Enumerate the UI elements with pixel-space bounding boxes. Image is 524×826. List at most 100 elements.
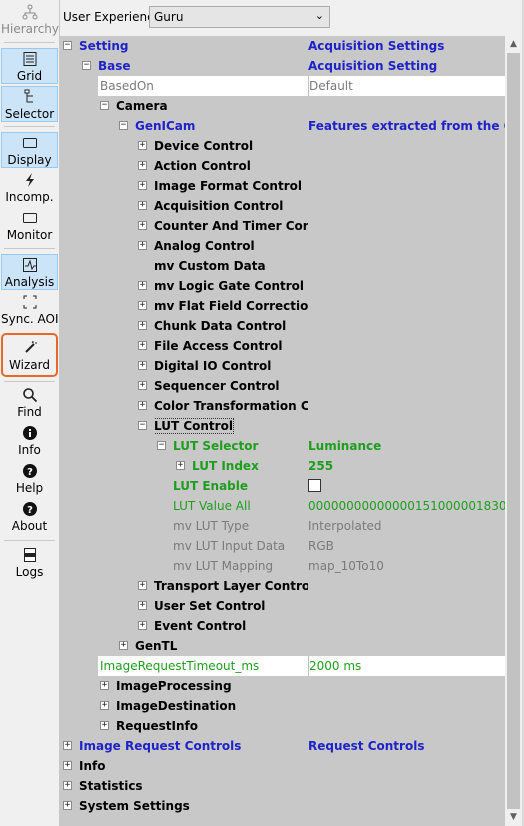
analysis-icon [2,257,57,275]
expand-icon[interactable]: + [63,781,72,790]
hierarchy-button[interactable]: Hierarchy [1,2,59,38]
scroll-down-arrow-icon[interactable]: ▼ [505,809,522,826]
tree-row-user-set-control[interactable]: + User Set Control [60,596,505,616]
tree-row-mv-flat-field-correction-control[interactable]: + mv Flat Field Correction Control [60,296,505,316]
expand-icon[interactable]: + [176,461,185,470]
collapse-icon[interactable]: − [119,121,128,130]
expand-icon[interactable]: + [138,181,147,190]
tree-row-mv-lut-input-data[interactable]: mv LUT Input Data RGB [60,536,505,556]
tree-row-mv-lut-type[interactable]: mv LUT Type Interpolated [60,516,505,536]
tree-row-camera[interactable]: − Camera [60,96,505,116]
tree-row-imagedestination[interactable]: + ImageDestination [60,696,505,716]
tree-row-sequencer-control[interactable]: + Sequencer Control [60,376,505,396]
tree-row-basedon[interactable]: BasedOn Default [60,76,505,96]
tree-row-image-request-controls[interactable]: + Image Request Controls Request Controls [60,736,505,756]
collapse-icon[interactable]: − [63,41,72,50]
expand-icon[interactable]: + [138,281,147,290]
vertical-scrollbar[interactable]: ▲ ▼ [505,36,522,826]
expand-icon[interactable]: + [138,361,147,370]
tree-row-gentl[interactable]: + GenTL [60,636,505,656]
tree-row-event-control[interactable]: + Event Control [60,616,505,636]
expand-icon[interactable]: + [63,801,72,810]
tree-row-system-settings[interactable]: + System Settings [60,796,505,816]
expand-icon[interactable]: + [138,221,147,230]
sync-aoi-button[interactable]: Sync. AOI [1,292,59,328]
tree-row-chunk-data-control[interactable]: + Chunk Data Control [60,316,505,336]
tree-row-setting[interactable]: − Setting Acquisition Settings [60,36,505,56]
tree-row-lut-enable[interactable]: LUT Enable [60,476,505,496]
tree-value-cell[interactable]: Luminance [308,436,505,456]
help-button[interactable]: ? Help [1,461,58,497]
tree-row-requestinfo[interactable]: + RequestInfo [60,716,505,736]
expand-icon[interactable]: + [63,761,72,770]
expand-icon[interactable]: + [119,641,128,650]
tree-value-cell[interactable]: 2000 ms [308,656,505,676]
tree-value-cell[interactable] [308,476,505,496]
about-button[interactable]: ? About [1,499,58,535]
scroll-up-arrow-icon[interactable]: ▲ [505,36,522,53]
expand-icon[interactable]: + [138,321,147,330]
tree-value-cell[interactable]: 00000000000000151000001830000001a40 [308,496,505,516]
tree-row-imagerequesttimeout-ms[interactable]: ImageRequestTimeout_ms 2000 ms [60,656,505,676]
expand-icon[interactable]: + [138,241,147,250]
tree-row-info[interactable]: + Info [60,756,505,776]
lut-enable-checkbox[interactable] [308,479,321,492]
collapse-icon[interactable]: − [100,101,109,110]
display-button[interactable]: Display [1,132,58,168]
expand-icon[interactable]: + [138,601,147,610]
expand-icon[interactable]: + [138,161,147,170]
tree-row-mv-custom-data[interactable]: mv Custom Data [60,256,505,276]
incomp-button[interactable]: Incomp. [1,170,58,206]
collapse-icon[interactable]: − [82,61,91,70]
tree-row-color-transformation-control[interactable]: + Color Transformation Control [60,396,505,416]
tree-row-digital-io-control[interactable]: + Digital IO Control [60,356,505,376]
selector-button[interactable]: Selector [1,86,58,122]
tree-row-base[interactable]: − Base Acquisition Setting [60,56,505,76]
expand-icon[interactable]: + [138,381,147,390]
wizard-button[interactable]: Wizard [1,333,58,377]
info-button[interactable]: Info [1,423,58,459]
monitor-label: Monitor [6,228,53,242]
tree-row-mv-lut-mapping[interactable]: mv LUT Mapping map_10To10 [60,556,505,576]
tree-row-image-format-control[interactable]: + Image Format Control [60,176,505,196]
tree-label-cell: LUT Value All [173,496,308,516]
analysis-button[interactable]: Analysis [1,254,58,290]
expand-icon[interactable]: + [138,301,147,310]
tree-row-counter-and-timer-control[interactable]: + Counter And Timer Control [60,216,505,236]
tree-row-analog-control[interactable]: + Analog Control [60,236,505,256]
monitor-button[interactable]: Monitor [1,208,58,244]
expand-icon[interactable]: + [138,141,147,150]
collapse-icon[interactable]: − [138,421,147,430]
collapse-icon[interactable]: − [157,441,166,450]
display-icon [2,135,57,153]
tree-row-file-access-control[interactable]: + File Access Control [60,336,505,356]
expand-icon[interactable]: + [138,621,147,630]
tree-row-genicam[interactable]: −GenICam Features extracted from the GenI… [60,116,505,136]
tree-row-transport-layer-control[interactable]: + Transport Layer Control [60,576,505,596]
tree-row-lut-index[interactable]: + LUT Index 255 [60,456,505,476]
tree-row-lut-selector[interactable]: − LUT Selector Luminance [60,436,505,456]
expand-icon[interactable]: + [138,341,147,350]
expand-icon[interactable]: + [138,581,147,590]
user-experience-select[interactable]: Guru ⌄ [149,6,330,28]
tree-row-lut-control[interactable]: − LUT Control [60,416,505,436]
grid-button[interactable]: Grid [1,48,58,84]
tree-row-acquisition-control[interactable]: + Acquisition Control [60,196,505,216]
tree-row-action-control[interactable]: + Action Control [60,156,505,176]
tree-value-cell[interactable]: 255 [308,456,505,476]
tree-row-mv-logic-gate-control[interactable]: + mv Logic Gate Control [60,276,505,296]
tree-value-cell[interactable]: Default [308,76,505,96]
expand-icon[interactable]: + [138,401,147,410]
expand-icon[interactable]: + [100,681,109,690]
find-button[interactable]: Find [1,385,58,421]
tree-row-device-control[interactable]: + Device Control [60,136,505,156]
tree-row-lut-value-all[interactable]: LUT Value All 000000000000001510000018300… [60,496,505,516]
tree-row-imageprocessing[interactable]: + ImageProcessing [60,676,505,696]
expand-icon[interactable]: + [100,701,109,710]
expand-icon[interactable]: + [138,201,147,210]
expand-icon[interactable]: + [63,741,72,750]
tree-row-statistics[interactable]: + Statistics [60,776,505,796]
expand-icon[interactable]: + [100,721,109,730]
scrollbar-thumb[interactable] [507,53,520,809]
logs-button[interactable]: Logs [1,545,58,581]
